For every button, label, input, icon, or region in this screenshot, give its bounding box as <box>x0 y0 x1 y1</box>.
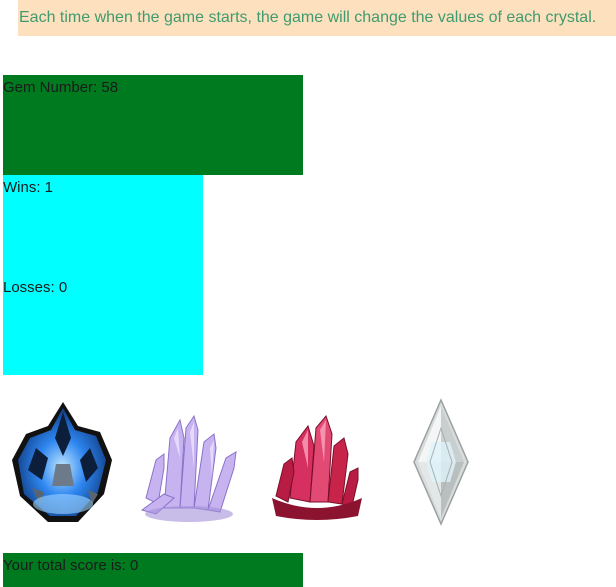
red-crystal-icon <box>272 414 362 520</box>
gem-number-box: Gem Number: 58 <box>3 75 303 175</box>
score-panel: Wins: 1 Losses: 0 <box>3 175 203 375</box>
gem-number-text: Gem Number: 58 <box>3 79 119 96</box>
wins-text: Wins: 1 <box>3 179 54 196</box>
purple-crystal-button[interactable] <box>134 398 244 528</box>
instructions-banner: Each time when the game starts, the game… <box>18 0 616 36</box>
red-crystal-button[interactable] <box>262 398 372 528</box>
instructions-text: Each time when the game starts, the game… <box>19 9 597 26</box>
total-score-box: Your total score is: 0 <box>3 553 303 587</box>
blue-crystal-icon <box>12 402 112 522</box>
losses-text: Losses: 0 <box>3 279 68 296</box>
white-crystal-icon <box>413 398 469 526</box>
purple-crystal-icon <box>140 414 237 522</box>
blue-crystal-button[interactable] <box>8 398 118 528</box>
white-crystal-button[interactable] <box>386 398 496 528</box>
total-score-text: Your total score is: 0 <box>3 557 139 574</box>
